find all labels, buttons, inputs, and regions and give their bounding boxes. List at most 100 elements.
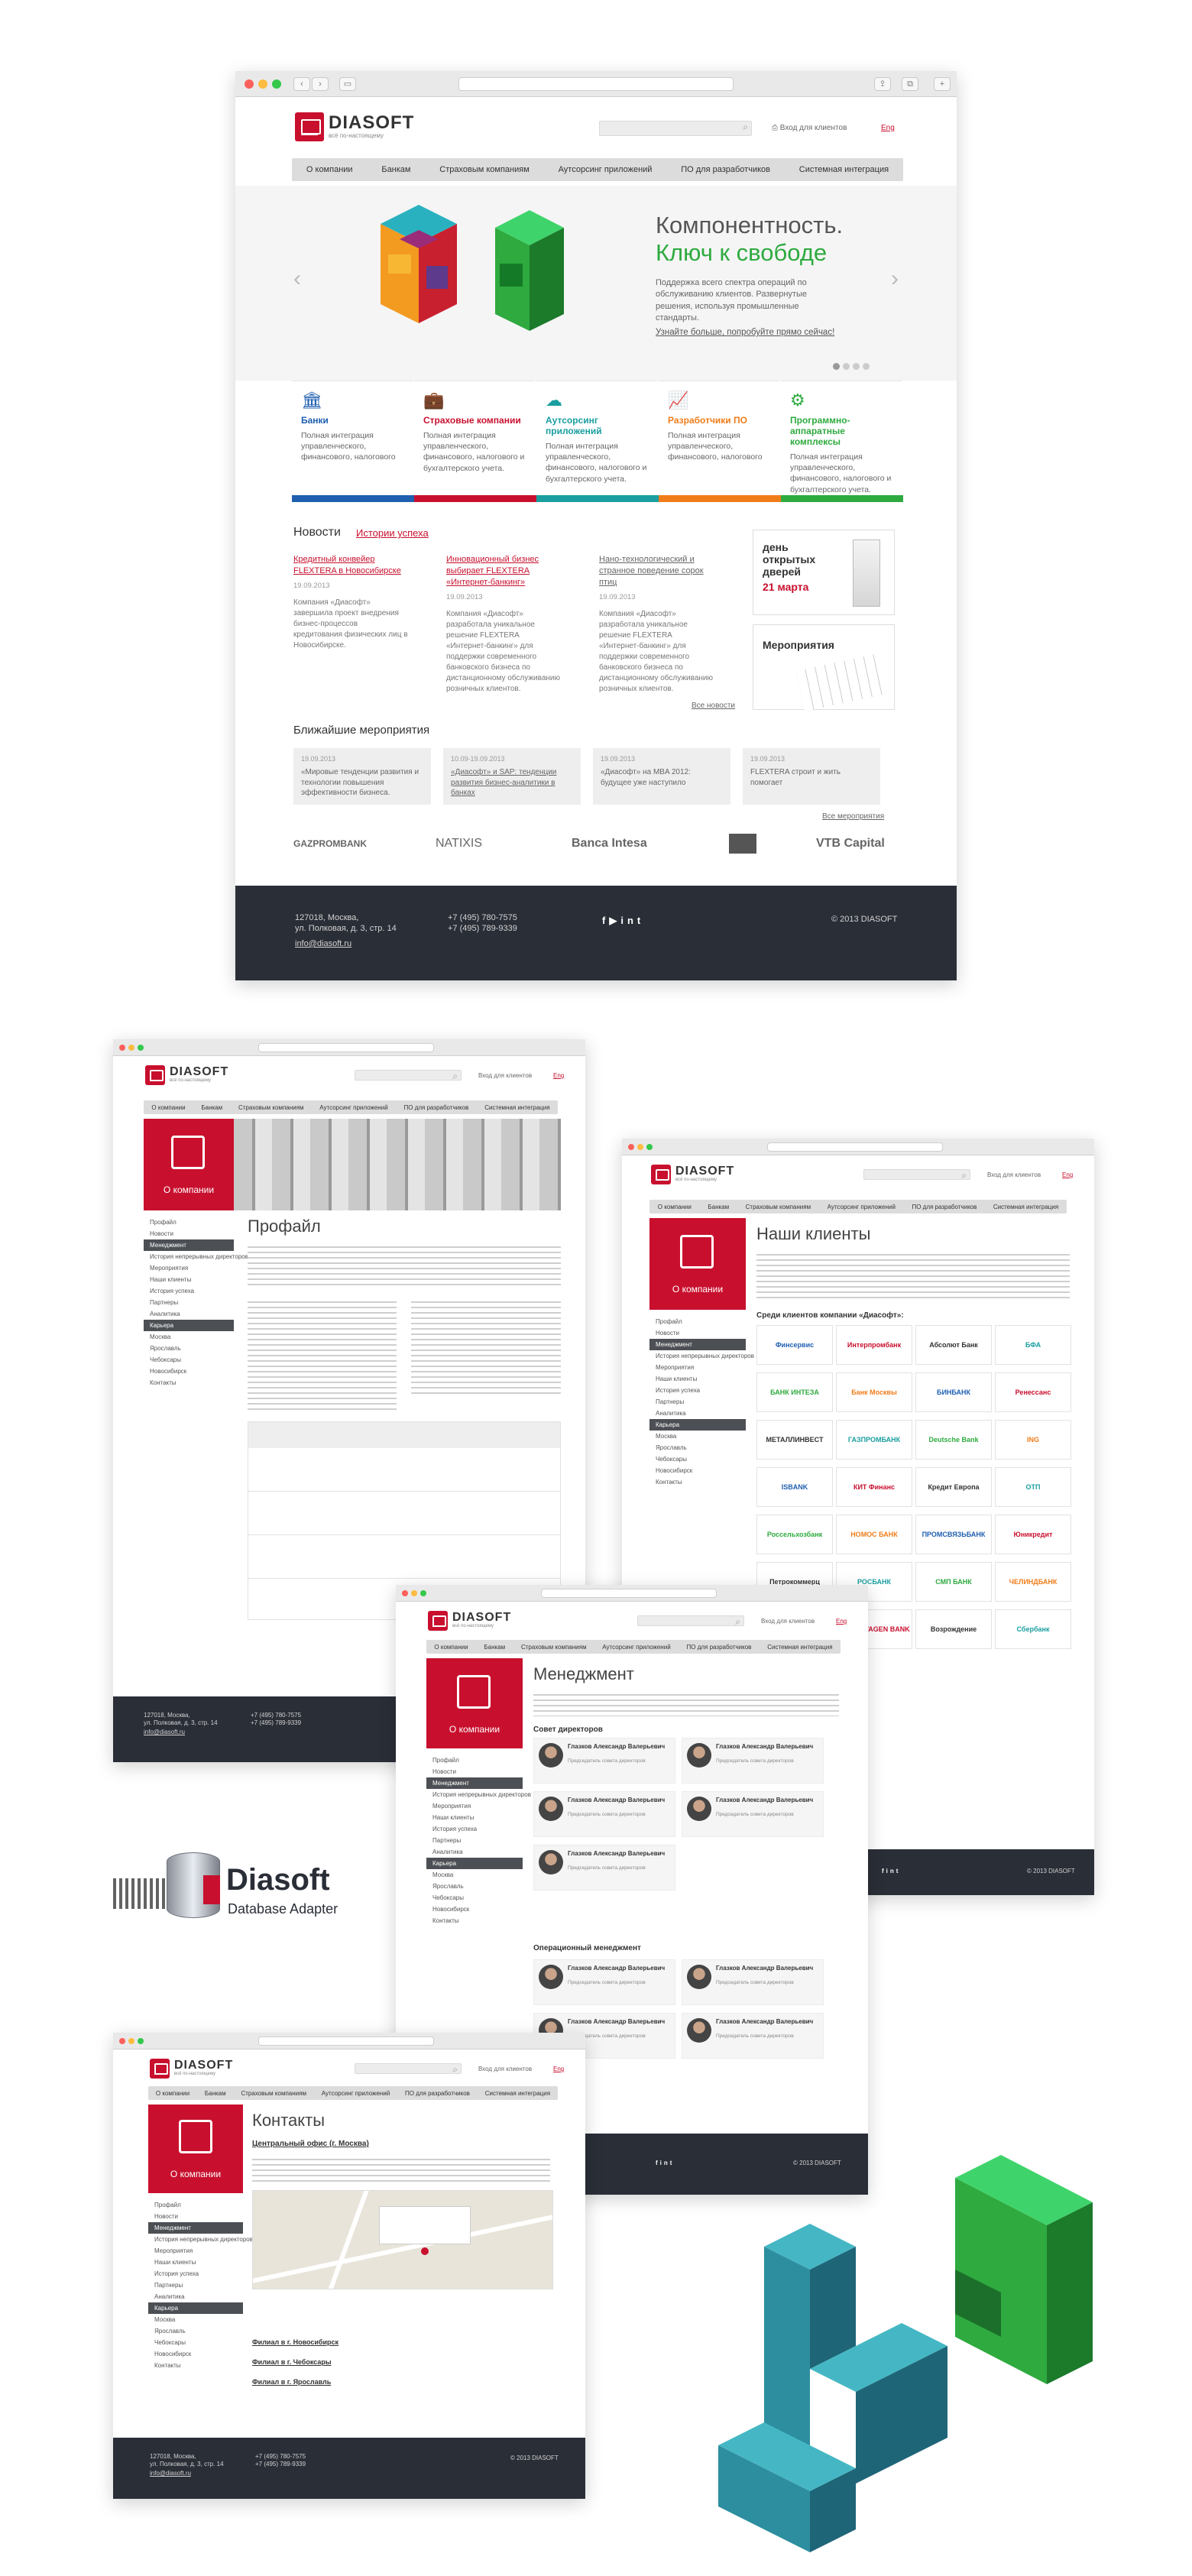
nav-item-integration[interactable]: Системная интеграция bbox=[484, 1104, 549, 1111]
sidebar-item-career[interactable]: Карьера bbox=[148, 2302, 243, 2314]
sidebar-item-contacts[interactable]: Контакты bbox=[144, 1377, 234, 1388]
partner-logo-emblem[interactable] bbox=[729, 834, 756, 854]
sidebar-item-management[interactable]: Менеджмент bbox=[148, 2222, 243, 2234]
sidebar-item-management[interactable]: Менеджмент bbox=[144, 1239, 234, 1251]
client-logo[interactable]: Сбербанк bbox=[995, 1609, 1071, 1649]
nav-item-banks[interactable]: Банкам bbox=[201, 1104, 222, 1111]
event-card[interactable]: 19.09.2013 «Мировые тенденции развития и … bbox=[293, 748, 431, 805]
lang-switch[interactable]: Eng bbox=[553, 1072, 564, 1079]
client-logo[interactable]: Россельхозбанк bbox=[756, 1515, 833, 1554]
sidebar-item-history[interactable]: История непрерывных директоров bbox=[148, 2234, 253, 2245]
sidebar-item-clients[interactable]: Наши клиенты bbox=[649, 1373, 746, 1385]
sidebar-item-news[interactable]: Новости bbox=[426, 1766, 523, 1777]
person-card[interactable]: Глазков Александр Валерьевич Председатель… bbox=[533, 1738, 675, 1784]
nav-item-developers[interactable]: ПО для разработчиков bbox=[405, 2090, 470, 2097]
sidebar-item-history[interactable]: История непрерывных директоров bbox=[649, 1350, 754, 1362]
branch-yaroslavl-link[interactable]: Филиал в г. Ярославль bbox=[252, 2378, 331, 2386]
slider-next-icon[interactable]: › bbox=[891, 266, 899, 292]
sidebar-item-clients[interactable]: Наши клиенты bbox=[148, 2257, 243, 2268]
sidebar-item-analytics[interactable]: Аналитика bbox=[148, 2291, 243, 2302]
sidebar-item-analytics[interactable]: Аналитика bbox=[649, 1408, 746, 1419]
sidebar-item-news[interactable]: Новости bbox=[649, 1327, 746, 1339]
sidebar-item-cheboksary[interactable]: Чебоксары bbox=[426, 1892, 523, 1904]
slider-dot[interactable] bbox=[833, 363, 840, 370]
branch-cheboksary-link[interactable]: Филиал в г. Чебоксары bbox=[252, 2358, 332, 2366]
sidebar-item-yaroslavl[interactable]: Ярославль bbox=[426, 1881, 523, 1892]
nav-item-about[interactable]: О компании bbox=[156, 2090, 189, 2097]
nav-item-integration[interactable]: Системная интеграция bbox=[993, 1204, 1058, 1210]
news-link[interactable]: Кредитный конвейер FLEXTERA в Новосибирс… bbox=[293, 554, 408, 577]
nav-item-developers[interactable]: ПО для разработчиков bbox=[912, 1204, 977, 1210]
event-card[interactable]: 10.09-19.09.2013 «Диасофт» и SAP: тенденц… bbox=[443, 748, 581, 805]
zoom-window-button[interactable] bbox=[272, 79, 281, 89]
nav-item-insurance[interactable]: Страховым компаниям bbox=[439, 165, 530, 174]
nav-item-developers[interactable]: ПО для разработчиков bbox=[681, 165, 770, 174]
sidebar-item-moscow[interactable]: Москва bbox=[148, 2314, 243, 2325]
sidebar-item-history[interactable]: История непрерывных директоров bbox=[426, 1789, 531, 1800]
sidebar-item-career[interactable]: Карьера bbox=[144, 1320, 234, 1331]
hero-cta-link[interactable]: Узнайте больше, попробуйте прямо сейчас! bbox=[656, 328, 834, 337]
sidebar-item-management[interactable]: Менеджмент bbox=[649, 1339, 746, 1350]
search-input[interactable] bbox=[355, 2063, 462, 2075]
nav-item-insurance[interactable]: Страховым компаниям bbox=[241, 2090, 306, 2097]
sidebar-item-moscow[interactable]: Москва bbox=[144, 1331, 234, 1343]
diasoft-logo[interactable]: DIASOFT всё по-настоящему bbox=[651, 1165, 734, 1184]
sidebar-item-clients[interactable]: Наши клиенты bbox=[426, 1812, 523, 1823]
lang-switch[interactable]: Eng bbox=[836, 1618, 847, 1625]
back-icon[interactable]: ‹ bbox=[293, 76, 310, 91]
solution-tile[interactable]: ☁ Аутсорсинг приложений Полная интеграция … bbox=[536, 381, 657, 495]
person-card[interactable]: Глазков Александр Валерьевич Председатель… bbox=[682, 1738, 824, 1784]
client-login-link[interactable]: Вход для клиентов bbox=[478, 1072, 532, 1079]
forward-icon[interactable]: › bbox=[312, 76, 329, 91]
minimize-window-button[interactable] bbox=[128, 2037, 134, 2044]
zoom-window-button[interactable] bbox=[646, 1143, 653, 1150]
sidebar-item-success[interactable]: История успеха bbox=[649, 1385, 746, 1396]
sidebar-item-cheboksary[interactable]: Чебоксары bbox=[144, 1354, 234, 1366]
diasoft-logo[interactable]: DIASOFT всё по-настоящему bbox=[150, 2059, 233, 2079]
search-input[interactable] bbox=[355, 1070, 462, 1082]
person-card[interactable]: Глазков Александр Валерьевич Председатель… bbox=[533, 1959, 675, 2005]
search-input[interactable] bbox=[599, 121, 752, 136]
nav-item-banks[interactable]: Банкам bbox=[381, 165, 410, 174]
client-logo[interactable]: БАНК ИНТЕЗА bbox=[756, 1372, 833, 1412]
nav-item-insurance[interactable]: Страховым компаниям bbox=[521, 1644, 586, 1651]
nav-item-outsourcing[interactable]: Аутсорсинг приложений bbox=[559, 165, 653, 174]
news-link[interactable]: Инновационный бизнес выбирает FLEXTERA «… bbox=[446, 554, 561, 588]
client-logo[interactable]: НОМОС БАНК bbox=[836, 1515, 912, 1554]
partner-logo-natixis[interactable]: NATIXIS bbox=[436, 837, 482, 851]
sidebar-item-partners[interactable]: Партнеры bbox=[649, 1396, 746, 1408]
client-logo[interactable]: КИТ Финанс bbox=[836, 1467, 912, 1507]
news-link[interactable]: Нано-технологический и странное поведени… bbox=[599, 554, 714, 588]
nav-item-integration[interactable]: Системная интеграция bbox=[485, 2090, 550, 2097]
nav-item-banks[interactable]: Банкам bbox=[484, 1644, 505, 1651]
sidebar-item-contacts[interactable]: Контакты bbox=[426, 1915, 523, 1926]
all-events-link[interactable]: Все мероприятия bbox=[822, 812, 884, 821]
partner-logo-vtbcapital[interactable]: VTB Capital bbox=[816, 837, 885, 851]
zoom-window-button[interactable] bbox=[138, 2037, 144, 2044]
person-card[interactable]: Глазков Александр Валерьевич Председатель… bbox=[533, 1791, 675, 1837]
news-item[interactable]: Инновационный бизнес выбирает FLEXTERA «… bbox=[446, 554, 561, 695]
search-input[interactable] bbox=[863, 1169, 970, 1181]
zoom-window-button[interactable] bbox=[138, 1044, 144, 1051]
nav-item-about[interactable]: О компании bbox=[151, 1104, 185, 1111]
sidebar-item-clients[interactable]: Наши клиенты bbox=[144, 1274, 234, 1285]
client-logo[interactable]: Deutsche Bank bbox=[915, 1420, 992, 1460]
minimize-window-button[interactable] bbox=[637, 1143, 643, 1150]
news-item[interactable]: Нано-технологический и странное поведени… bbox=[599, 554, 714, 695]
solution-tile[interactable]: 📈 Разработчики ПО Полная интеграция управл… bbox=[659, 381, 779, 495]
nav-item-insurance[interactable]: Страховым компаниям bbox=[238, 1104, 303, 1111]
sidebar-item-career[interactable]: Карьера bbox=[426, 1858, 523, 1869]
event-card[interactable]: 19.09.2013 FLEXTERA строит и жить помогае… bbox=[743, 748, 880, 805]
all-news-link[interactable]: Все новости bbox=[692, 702, 735, 710]
close-window-button[interactable] bbox=[245, 79, 254, 89]
nav-item-integration[interactable]: Системная интеграция bbox=[767, 1644, 832, 1651]
diasoft-logo[interactable]: DIASOFT всё по-настоящему bbox=[295, 112, 414, 141]
nav-item-outsourcing[interactable]: Аутсорсинг приложений bbox=[828, 1204, 896, 1210]
address-bar[interactable] bbox=[541, 1588, 717, 1598]
sidebar-item-profile[interactable]: Профайл bbox=[649, 1316, 746, 1327]
sidebar-item-contacts[interactable]: Контакты bbox=[649, 1476, 746, 1488]
solution-tile[interactable]: 💼 Страховые компании Полная интеграция упр… bbox=[414, 381, 535, 495]
address-bar[interactable] bbox=[258, 1042, 434, 1052]
sidebar-item-news[interactable]: Новости bbox=[148, 2211, 243, 2222]
close-window-button[interactable] bbox=[119, 1044, 125, 1051]
